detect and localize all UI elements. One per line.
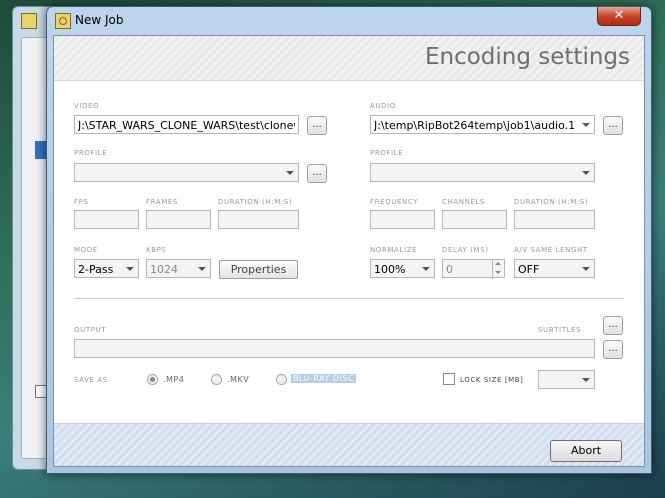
frames-field[interactable] bbox=[146, 210, 211, 229]
lock-size-label: LOCK SIZE [MB] bbox=[460, 376, 524, 384]
video-browse-button[interactable]: ... bbox=[307, 116, 327, 135]
radio-mkv[interactable] bbox=[211, 374, 222, 385]
normalize-select[interactable]: 100% bbox=[370, 259, 435, 278]
radio-bluray-label: BLU-RAY DISC bbox=[291, 374, 356, 383]
abort-button[interactable]: Abort bbox=[550, 440, 622, 462]
subtitles-label: SUBTITLES bbox=[538, 326, 582, 334]
app-icon bbox=[55, 13, 71, 29]
normalize-label: NORMALIZE bbox=[370, 246, 418, 254]
save-as-label: SAVE AS bbox=[74, 376, 108, 384]
chevron-down-icon bbox=[582, 378, 590, 382]
mode-value: 2-Pass bbox=[78, 263, 114, 276]
radio-mkv-label: .MKV bbox=[227, 375, 250, 384]
frames-label: FRAMES bbox=[146, 198, 178, 206]
channels-label: CHANNELS bbox=[442, 198, 485, 206]
mode-label: MODE bbox=[74, 246, 98, 254]
properties-button[interactable]: Properties bbox=[219, 260, 298, 279]
video-duration-field[interactable] bbox=[218, 210, 299, 229]
av-same-length-value: OFF bbox=[518, 263, 540, 276]
output-browse-button[interactable]: ... bbox=[603, 340, 623, 359]
output-label: OUTPUT bbox=[74, 326, 107, 334]
video-label: VIDEO bbox=[74, 102, 100, 110]
lock-size-select[interactable] bbox=[538, 370, 595, 389]
video-path-text: J:\STAR_WARS_CLONE_WARS\test\clonewar bbox=[78, 119, 295, 132]
audio-duration-field[interactable] bbox=[514, 210, 595, 229]
video-profile-label: PROFILE bbox=[74, 149, 108, 157]
page-title: Encoding settings bbox=[424, 44, 630, 70]
output-path-field[interactable] bbox=[74, 339, 595, 358]
audio-profile-label: PROFILE bbox=[370, 149, 404, 157]
frequency-field[interactable] bbox=[370, 210, 435, 229]
fps-field[interactable] bbox=[74, 210, 139, 229]
audio-duration-label: DURATION (H:M:S) bbox=[514, 198, 589, 206]
chevron-down-icon bbox=[198, 267, 206, 271]
audio-path-select[interactable]: J:\temp\RipBot264temp\job1\audio.1.ac3 bbox=[370, 115, 595, 134]
audio-browse-button[interactable]: ... bbox=[603, 116, 623, 135]
kbps-select[interactable]: 1024 bbox=[146, 259, 211, 278]
kbps-value: 1024 bbox=[150, 263, 178, 276]
chevron-down-icon bbox=[582, 267, 590, 271]
chevron-down-icon bbox=[286, 171, 294, 175]
video-profile-select[interactable] bbox=[74, 163, 299, 182]
normalize-value: 100% bbox=[374, 263, 406, 276]
window-title: New Job bbox=[75, 13, 124, 27]
mode-select[interactable]: 2-Pass bbox=[74, 259, 139, 278]
header-band: Encoding settings bbox=[54, 36, 644, 81]
channels-field[interactable] bbox=[442, 210, 507, 229]
delay-label: DELAY (MS) bbox=[442, 246, 489, 254]
app-icon bbox=[21, 13, 37, 29]
chevron-down-icon bbox=[582, 171, 590, 175]
section-divider bbox=[74, 298, 624, 299]
video-profile-browse-button[interactable]: ... bbox=[307, 164, 327, 183]
video-duration-label: DURATION (H:M:S) bbox=[218, 198, 293, 206]
spin-down-icon bbox=[495, 271, 501, 274]
lock-size-checkbox[interactable] bbox=[443, 373, 455, 385]
delay-stepper[interactable]: 0 bbox=[442, 259, 505, 279]
radio-bluray[interactable] bbox=[276, 374, 287, 385]
frequency-label: FREQUENCY bbox=[370, 198, 419, 206]
fps-label: FPS bbox=[74, 198, 89, 206]
radio-mp4-label: .MP4 bbox=[163, 375, 185, 384]
chevron-down-icon bbox=[126, 267, 134, 271]
new-job-window: New Job ✕ Encoding settings VIDEO J:\STA… bbox=[46, 6, 652, 474]
spin-up-icon bbox=[495, 262, 501, 265]
close-button[interactable]: ✕ bbox=[597, 7, 641, 26]
chevron-down-icon bbox=[422, 267, 430, 271]
video-path-field[interactable]: J:\STAR_WARS_CLONE_WARS\test\clonewar bbox=[74, 115, 299, 134]
av-same-length-label: A/V SAME LENGHT bbox=[514, 246, 588, 254]
title-bar[interactable]: New Job ✕ bbox=[47, 7, 651, 33]
kbps-label: KBPS bbox=[146, 246, 167, 254]
dialog-client: Encoding settings VIDEO J:\STAR_WARS_CLO… bbox=[53, 35, 645, 467]
audio-label: AUDIO bbox=[370, 102, 396, 110]
subtitles-browse-button[interactable]: ... bbox=[603, 316, 623, 335]
delay-spinner[interactable] bbox=[492, 260, 504, 279]
av-same-length-select[interactable]: OFF bbox=[514, 259, 595, 278]
radio-mp4[interactable] bbox=[147, 374, 158, 385]
audio-profile-select[interactable] bbox=[370, 163, 595, 182]
chevron-down-icon bbox=[582, 123, 590, 127]
audio-path-text: J:\temp\RipBot264temp\job1\audio.1.ac3 bbox=[374, 119, 576, 132]
